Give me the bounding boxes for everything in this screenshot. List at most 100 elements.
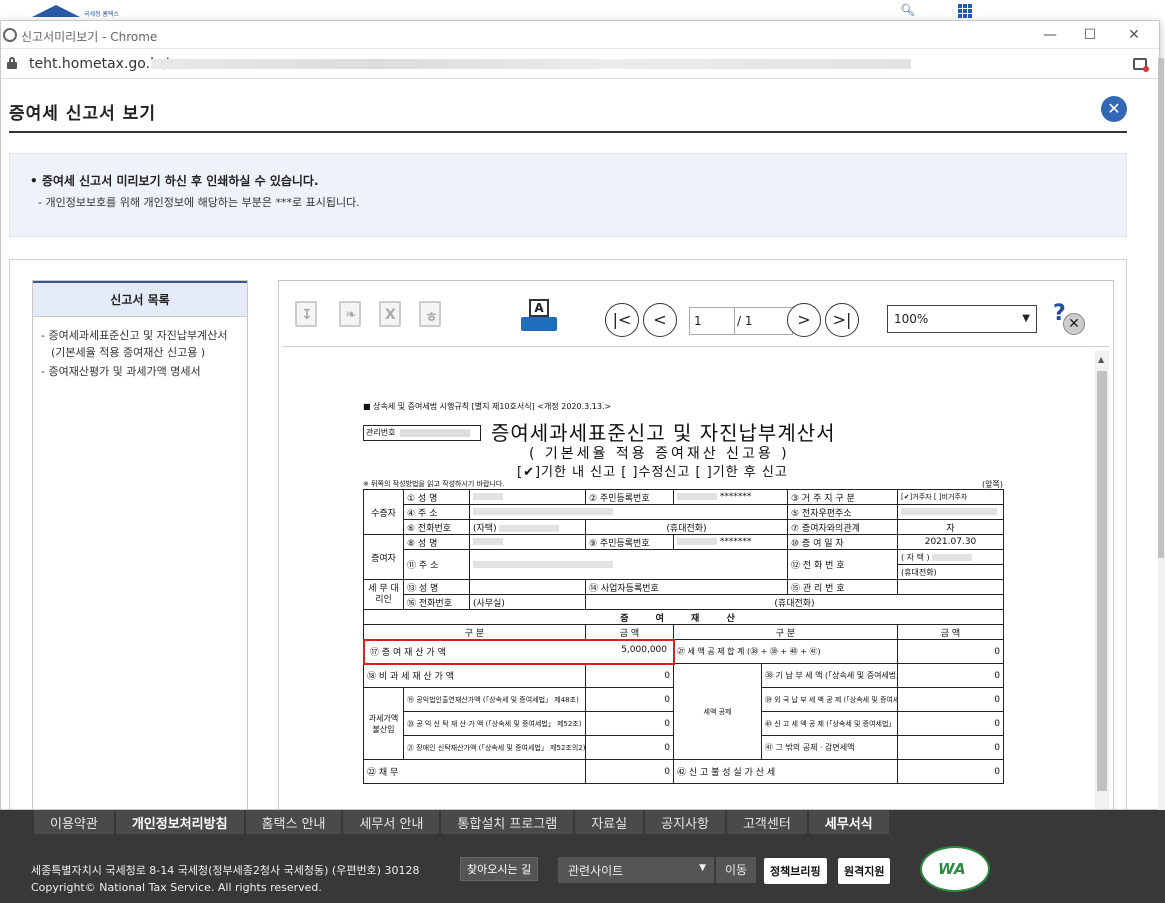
- menu-grid-icon[interactable]: [958, 4, 972, 18]
- first-page-button[interactable]: |<: [605, 303, 639, 337]
- document-scrollbar[interactable]: ▲ ▼: [1095, 351, 1109, 809]
- form-cell: ⑱ 비 과 세 재 산 가 액: [363, 663, 586, 688]
- report-list-item[interactable]: - 증여세과세표준신고 및 자진납부계산서 (기본세율 적용 증여재산 신고용 …: [41, 327, 241, 361]
- go-button[interactable]: 이동: [716, 857, 756, 883]
- report-list-item[interactable]: - 증여재산평가 및 과세가액 명세서: [41, 363, 241, 380]
- form-cell: 2021.07.30: [897, 534, 1004, 550]
- form-cell: ⑬ 성 명: [403, 579, 470, 595]
- background-site-header: 국세청 홈택스 🔍︎: [0, 0, 1165, 20]
- form-cell: [469, 579, 586, 595]
- form-instruction: ※ 뒤쪽의 작성방법을 읽고 작성하시기 바랍니다.: [363, 480, 505, 488]
- form-cell: ㊶ 그 밖의 공제 · 감면세액: [761, 735, 898, 760]
- form-cell: ( 자 택 ): [897, 549, 1004, 565]
- scroll-thumb[interactable]: [1097, 371, 1107, 791]
- viewer-close-icon[interactable]: ✕: [1063, 313, 1085, 335]
- directions-button[interactable]: 찾아오시는 길: [460, 857, 539, 881]
- excel-icon[interactable]: X: [379, 301, 409, 331]
- save-icon[interactable]: ↧: [295, 301, 325, 331]
- print-icon[interactable]: A: [521, 299, 557, 333]
- footer-link[interactable]: 이용약관: [34, 810, 114, 834]
- page-total: / 1: [735, 307, 793, 335]
- form-cell: [469, 549, 788, 580]
- remote-support-button[interactable]: 원격지원: [838, 858, 891, 884]
- footer-link[interactable]: 세무서 안내: [343, 810, 440, 834]
- related-sites-select[interactable]: 관련사이트 ▼: [558, 857, 714, 883]
- form-cell: 자: [897, 519, 1004, 535]
- hwp-icon[interactable]: ㅎ: [419, 301, 449, 331]
- window-scroll-thumb[interactable]: [1158, 58, 1164, 558]
- document-page: ■ 상속세 및 증여세법 시행규칙 [별지 제10호서식] <개정 2020.3…: [283, 351, 1095, 809]
- site-footer: 이용약관 개인정보처리방침 홈택스 안내 세무서 안내 통합설치 프로그램 자료…: [0, 810, 1165, 903]
- form-cell: (자택): [469, 519, 586, 535]
- form-cell: [897, 504, 1004, 520]
- form-cell: ㊳ 기 납 부 세 액 (「상속세 및 증여세법」 제58조): [761, 663, 898, 688]
- hometax-logo[interactable]: 국세청 홈택스: [30, 2, 150, 18]
- zoom-select[interactable]: 100% ▼: [887, 305, 1037, 333]
- form-cell: ⑮ 관 리 번 호: [787, 579, 898, 595]
- form-cell: 0: [585, 711, 674, 736]
- preview-frame: 신고서 목록 - 증여세과세표준신고 및 자진납부계산서 (기본세율 적용 증여…: [9, 259, 1127, 809]
- window-close-button[interactable]: ✕: [1123, 24, 1145, 46]
- form-cell: (휴대전화): [585, 519, 788, 535]
- form-cell: ⑭ 사업자등록번호: [585, 579, 788, 595]
- form-cell: ㊴ 외 국 납 부 세 액 공 제 (「상속세 및 증여세법」 제59조): [761, 687, 898, 712]
- form-cell: ㉗ 세 액 공 제 합 계 (㊳ + ㊴ + ㊵ + ㊶): [673, 639, 898, 664]
- donor-label: 증여자: [363, 534, 404, 580]
- form-cell: 0: [585, 687, 674, 712]
- form-cell: (휴대전화): [897, 564, 1004, 580]
- window-scrollbar[interactable]: [1158, 58, 1165, 810]
- title-divider: [9, 131, 1127, 133]
- agent-label: 세 무 대리인: [363, 579, 404, 610]
- scroll-up-arrow[interactable]: ▲: [1098, 355, 1104, 364]
- wa-certification-mark: WA: [920, 846, 990, 892]
- form-cell: 구 분: [363, 624, 586, 640]
- form-cell: 0: [897, 663, 1004, 688]
- form-cell: [469, 489, 586, 505]
- pdf-icon[interactable]: ❧: [339, 301, 369, 331]
- footer-link[interactable]: 통합설치 프로그램: [441, 810, 574, 834]
- form-cell: 0: [585, 663, 674, 688]
- form-cell: 금 액: [897, 624, 1004, 640]
- viewer-toolbar: ↧ ❧ X ㅎ A |< < 1 / 1 > >| 100% ▼ ? ✕: [283, 285, 1109, 347]
- report-list-header: 신고서 목록: [33, 281, 247, 317]
- form-cell: ① 성 명: [403, 489, 470, 505]
- report-list: - 증여세과세표준신고 및 자진납부계산서 (기본세율 적용 증여재산 신고용 …: [41, 327, 241, 382]
- donee-label: 수증자: [363, 489, 404, 535]
- footer-link[interactable]: 세무서식: [808, 810, 889, 834]
- help-icon[interactable]: ? ✕: [1053, 301, 1085, 335]
- document-viewer: ↧ ❧ X ㅎ A |< < 1 / 1 > >| 100%▼ ?✕ ■ 상: [278, 280, 1114, 809]
- form-cell: ⑤ 전자우편주소: [787, 504, 898, 520]
- form-cell: 금 액: [585, 624, 674, 640]
- form-cell: ㊷ 신 고 불 성 실 가 산 세: [673, 759, 898, 784]
- form-cell: ② 주민등록번호: [585, 489, 674, 505]
- form-cell: ㉒ 채 무: [363, 759, 586, 784]
- scroll-down-arrow[interactable]: ▼: [1098, 808, 1104, 809]
- form-cell: ④ 주 소: [403, 504, 470, 520]
- form-cell: 0: [897, 639, 1004, 664]
- footer-nav: 이용약관 개인정보처리방침 홈택스 안내 세무서 안내 통합설치 프로그램 자료…: [34, 810, 891, 834]
- prev-page-button[interactable]: <: [643, 303, 677, 337]
- form-cell: ⑫ 전 화 번 호: [787, 549, 898, 580]
- maximize-button[interactable]: ☐: [1079, 24, 1101, 46]
- form-cell: 구 분: [673, 624, 898, 640]
- search-icon[interactable]: 🔍︎: [900, 3, 915, 17]
- footer-link[interactable]: 개인정보처리방침: [115, 810, 244, 834]
- next-page-button[interactable]: >: [787, 303, 821, 337]
- footer-link[interactable]: 자료실: [575, 810, 644, 834]
- close-icon[interactable]: ✕: [1101, 96, 1127, 122]
- footer-link[interactable]: 고객센터: [726, 810, 807, 834]
- popup-blocked-icon[interactable]: [1133, 58, 1149, 72]
- form-cell: ③ 거 주 지 구 분: [787, 489, 898, 505]
- url-text[interactable]: teht.hometax.go.kr/: [29, 56, 169, 72]
- footer-link[interactable]: 공지사항: [645, 810, 725, 834]
- page-number-input[interactable]: 1: [689, 307, 735, 335]
- page-content: 증여세 신고서 보기 ✕ • 증여세 신고서 미리보기 하신 후 인쇄하실 수 …: [1, 79, 1159, 809]
- minimize-button[interactable]: —: [1039, 24, 1061, 46]
- form-title: 증여세과세표준신고 및 자진납부계산서: [491, 421, 836, 445]
- policy-briefing-button[interactable]: 정책브리핑: [764, 858, 827, 884]
- footer-link[interactable]: 홈택스 안내: [245, 810, 342, 834]
- address-bar[interactable]: teht.hometax.go.kr/: [1, 49, 1159, 79]
- last-page-button[interactable]: >|: [825, 303, 859, 337]
- section-header: 증 여 재 산: [363, 609, 1004, 625]
- form-cell: 0: [897, 687, 1004, 712]
